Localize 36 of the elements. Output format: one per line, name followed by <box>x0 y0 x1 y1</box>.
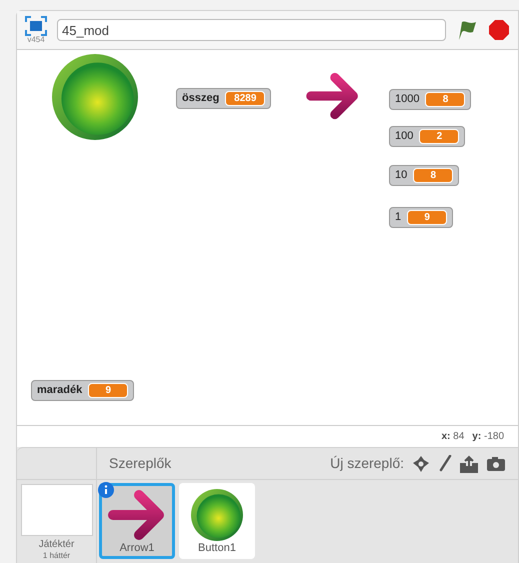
variable-name: 1 <box>395 210 402 226</box>
variable-name: összeg <box>182 91 220 106</box>
ball-icon <box>191 488 243 540</box>
sprites-title: Szereplők <box>109 454 172 473</box>
version-label: v454 <box>27 36 45 44</box>
upload-icon[interactable] <box>460 454 478 472</box>
backdrop-count: 1 háttér <box>42 552 70 560</box>
stop-icon[interactable] <box>488 19 510 41</box>
sprite-name: Arrow1 <box>120 542 154 554</box>
sprite-name: Button1 <box>198 542 236 554</box>
variable-value: 2 <box>419 129 460 144</box>
backdrop-name: Játéktér <box>38 540 74 550</box>
flag-icon[interactable] <box>456 19 478 41</box>
character-icon[interactable] <box>412 454 430 472</box>
paintbrush-icon[interactable] <box>438 454 452 472</box>
variable-name: 1000 <box>395 92 420 108</box>
y-coordinate: y: -180 <box>472 430 504 444</box>
arrow-icon <box>305 72 361 120</box>
variable-value: 9 <box>88 383 128 398</box>
camera-icon[interactable] <box>486 456 506 472</box>
sprite-tile[interactable]: Arrow1 <box>99 483 175 559</box>
full-screen-icon[interactable] <box>25 16 47 36</box>
new-sprite-label: Új szereplő: <box>330 454 404 473</box>
variable-value: 8 <box>425 92 466 107</box>
variable-name: maradék <box>37 383 82 398</box>
sprite-tile[interactable]: Button1 <box>179 483 255 559</box>
backdrop-thumbnail[interactable] <box>20 484 92 536</box>
variable-name: 100 <box>395 129 414 144</box>
variable-value: 9 <box>407 210 448 225</box>
variable-name: 10 <box>395 168 408 184</box>
info-icon[interactable] <box>98 482 114 498</box>
variable-value: 8289 <box>225 91 266 106</box>
project-title-field[interactable]: 45_mod <box>57 19 446 41</box>
variable-value: 8 <box>413 168 454 183</box>
x-coordinate: x: 84 <box>441 430 464 444</box>
ball-icon <box>52 54 138 140</box>
